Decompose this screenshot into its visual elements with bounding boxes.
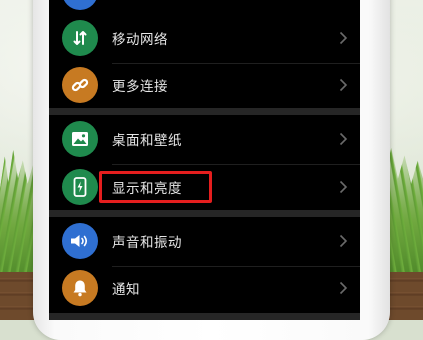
section-divider	[49, 313, 360, 320]
highlight-annotation-box	[99, 171, 212, 203]
phone-brightness-icon	[62, 169, 98, 205]
settings-item-mobile-network[interactable]: 移动网络	[49, 12, 360, 64]
settings-item-notifications[interactable]: 通知	[49, 262, 360, 314]
settings-item-label: 桌面和壁纸	[112, 133, 182, 149]
image-icon	[62, 121, 98, 157]
settings-item-label: 通知	[112, 282, 140, 298]
settings-item-desktop-wallpaper[interactable]: 桌面和壁纸	[49, 113, 360, 165]
chevron-right-icon	[339, 78, 348, 92]
chevron-right-icon	[339, 132, 348, 146]
chevron-right-icon	[339, 180, 348, 194]
volume-icon	[62, 223, 98, 259]
settings-item-label: 声音和振动	[112, 235, 182, 251]
chevron-right-icon	[339, 234, 348, 248]
chevron-right-icon	[339, 281, 348, 295]
settings-item-label: 移动网络	[112, 32, 168, 48]
chevron-right-icon	[339, 31, 348, 45]
settings-screen: 移动网络 更多连接 桌面和壁纸 显示和亮度 声音和振动 通知	[49, 0, 360, 320]
settings-item-label: 更多连接	[112, 79, 168, 95]
settings-item-more-connections[interactable]: 更多连接	[49, 59, 360, 111]
partial-item-icon	[62, 0, 98, 10]
bell-icon	[62, 270, 98, 306]
settings-item-sound-vibration[interactable]: 声音和振动	[49, 215, 360, 267]
link-icon	[62, 67, 98, 103]
mobile-data-icon	[62, 20, 98, 56]
